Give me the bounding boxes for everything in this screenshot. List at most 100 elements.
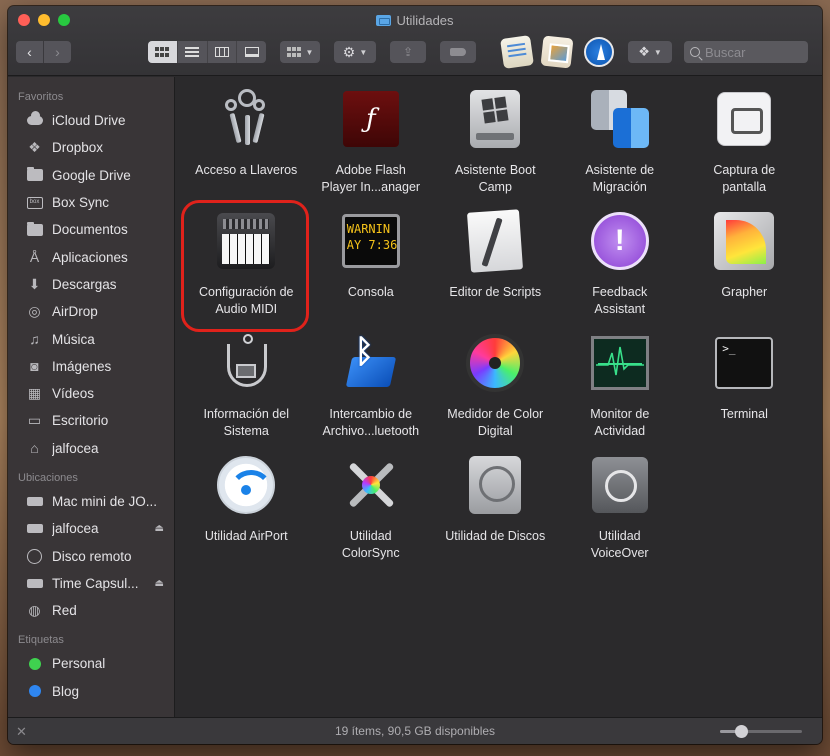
app-item-label: Terminal — [720, 407, 768, 421]
app-item[interactable]: Monitor de Actividad — [558, 331, 683, 453]
app-item[interactable]: Utilidad ColorSync — [309, 453, 434, 575]
slider-knob[interactable] — [734, 725, 748, 738]
sidebar-item[interactable]: Mac mini de JO... — [8, 488, 174, 515]
icon-grid: Acceso a Llaveros ƒ Adobe Flash Player In.… — [181, 87, 807, 575]
voiceover-icon — [587, 453, 653, 517]
dropbox-toolbar-button[interactable]: ❖ ▼ — [628, 41, 672, 63]
forward-button[interactable]: › — [43, 41, 71, 63]
color-meter-icon — [462, 331, 528, 395]
app-item[interactable]: ! Feedback Assistant — [558, 209, 683, 331]
preview-icon[interactable] — [540, 35, 574, 69]
folder-icon — [26, 167, 43, 183]
sidebar-item[interactable]: ♫ Música — [8, 325, 174, 352]
app-item-label: Acceso a Llaveros — [195, 163, 298, 177]
app-item[interactable]: Utilidad AirPort — [184, 453, 309, 575]
system-info-icon — [213, 331, 279, 395]
sidebar-item[interactable]: ⌂ jalfocea — [8, 435, 174, 462]
app-item[interactable]: Medidor de Color Digital — [433, 331, 558, 453]
home-icon: ⌂ — [30, 440, 39, 457]
sidebar-item[interactable]: Personal — [8, 650, 174, 677]
share-button[interactable]: ⇪ — [390, 41, 426, 63]
sidebar-item[interactable]: Documentos — [8, 216, 174, 243]
sidebar-item[interactable]: Blog — [8, 678, 174, 705]
search-field[interactable]: Buscar — [684, 41, 808, 63]
app-item-label: Utilidad VoiceOver — [590, 529, 649, 560]
folder-icon — [376, 15, 392, 26]
tags-button[interactable] — [440, 41, 476, 63]
app-item[interactable]: Acceso a Llaveros — [184, 87, 309, 209]
search-icon — [690, 47, 700, 57]
screenshot-icon — [711, 87, 777, 151]
sidebar-item[interactable]: box Box Sync — [8, 189, 174, 216]
app-item[interactable]: Asistente Boot Camp — [433, 87, 558, 209]
eject-icon[interactable]: ⏏ — [155, 578, 164, 589]
tag-icon — [450, 48, 466, 56]
sidebar-item-label: Disco remoto — [52, 548, 132, 564]
arrange-button[interactable]: ▼ — [280, 41, 320, 63]
app-item[interactable]: Captura de pantalla — [682, 87, 807, 209]
eject-icon[interactable]: ⏏ — [155, 523, 164, 534]
console-icon: WARNIN AY 7:36 — [338, 209, 404, 273]
sidebar-item[interactable]: ◙ Imágenes — [8, 353, 174, 380]
columns-icon — [214, 47, 229, 57]
sidebar-item-label: Blog — [52, 683, 80, 699]
list-view-button[interactable] — [176, 41, 207, 63]
bootcamp-icon — [462, 87, 528, 151]
sidebar-item-label: jalfocea — [52, 440, 99, 456]
app-item[interactable]: Configuración de Audio MIDI — [181, 200, 309, 332]
status-bar: ✕ 19 ítems, 90,5 GB disponibles — [8, 717, 822, 744]
app-item[interactable]: >_ Terminal — [682, 331, 807, 453]
app-item-label: Intercambio de Archivo...luetooth — [322, 407, 420, 438]
gallery-view-button[interactable] — [236, 41, 266, 63]
downloads-icon: ⬇ — [28, 275, 41, 292]
app-item-label: Feedback Assistant — [592, 285, 648, 316]
sidebar-item[interactable]: iCloud Drive — [8, 107, 174, 134]
sidebar-item-label: Box Sync — [52, 195, 110, 211]
sidebar-item[interactable]: ◍ Red — [8, 597, 174, 624]
sidebar-item[interactable]: Time Capsul... ⏏ — [8, 570, 174, 597]
status-text: 19 ítems, 90,5 GB disponibles — [334, 724, 496, 738]
action-button[interactable]: ⚙ ▼ — [334, 41, 376, 63]
textedit-icon[interactable] — [500, 35, 534, 69]
box-icon: box — [26, 195, 43, 210]
disc-icon — [26, 548, 43, 564]
safari-icon[interactable] — [584, 37, 614, 67]
music-icon: ♫ — [29, 331, 40, 348]
app-item[interactable]: WARNIN AY 7:36 Consola — [309, 209, 434, 331]
icon-view-button[interactable] — [148, 41, 177, 63]
app-item[interactable]: Información del Sistema — [184, 331, 309, 453]
sidebar-item-label: iCloud Drive — [52, 113, 126, 129]
sidebar-item[interactable]: Google Drive — [8, 162, 174, 189]
app-item[interactable]: Utilidad VoiceOver — [558, 453, 683, 575]
app-item[interactable]: Grapher — [682, 209, 807, 331]
share-icon: ⇪ — [402, 45, 414, 59]
sidebar-item[interactable]: jalfocea ⏏ — [8, 515, 174, 542]
sidebar-item-label: Vídeos — [52, 386, 95, 402]
app-item[interactable]: Asistente de Migración — [558, 87, 683, 209]
app-item-label: Editor de Scripts — [449, 285, 542, 299]
sidebar-item[interactable]: ❖ Dropbox — [8, 134, 174, 161]
sidebar-item-label: Documentos — [52, 222, 128, 238]
back-button[interactable]: ‹ — [16, 41, 43, 63]
gear-icon: ⚙ — [342, 43, 356, 60]
sidebar-item[interactable]: ◎ AirDrop — [8, 298, 174, 325]
colorsync-icon — [338, 453, 404, 517]
icon-size-slider[interactable] — [720, 725, 802, 738]
sidebar-item-label: Mac mini de JO... — [52, 494, 158, 509]
app-item-label: Consola — [347, 285, 394, 299]
finder-window: Utilidades ‹ › ▼ ⚙ ▼ ⇪ ❖ ▼ Buscar Favori… — [8, 6, 822, 744]
sidebar-item[interactable]: ⬇ Descargas — [8, 271, 174, 298]
app-item-label: Utilidad AirPort — [204, 529, 288, 543]
sidebar-item[interactable]: Å Aplicaciones — [8, 243, 174, 270]
app-item[interactable]: Utilidad de Discos — [433, 453, 558, 575]
sidebar-item[interactable]: ▦ Vídeos — [8, 380, 174, 407]
app-item-label: Monitor de Actividad — [590, 407, 650, 438]
app-item[interactable]: ᛒ Intercambio de Archivo...luetooth — [309, 331, 434, 453]
sidebar-item[interactable]: Disco remoto — [8, 542, 174, 569]
app-item[interactable]: Editor de Scripts — [433, 209, 558, 331]
column-view-button[interactable] — [206, 41, 237, 63]
app-item[interactable]: ƒ Adobe Flash Player In...anager — [309, 87, 434, 209]
app-item-label: Medidor de Color Digital — [447, 407, 544, 438]
sidebar-item[interactable]: ▭ Escritorio — [8, 407, 174, 434]
app-item-label: Configuración de Audio MIDI — [198, 285, 294, 316]
